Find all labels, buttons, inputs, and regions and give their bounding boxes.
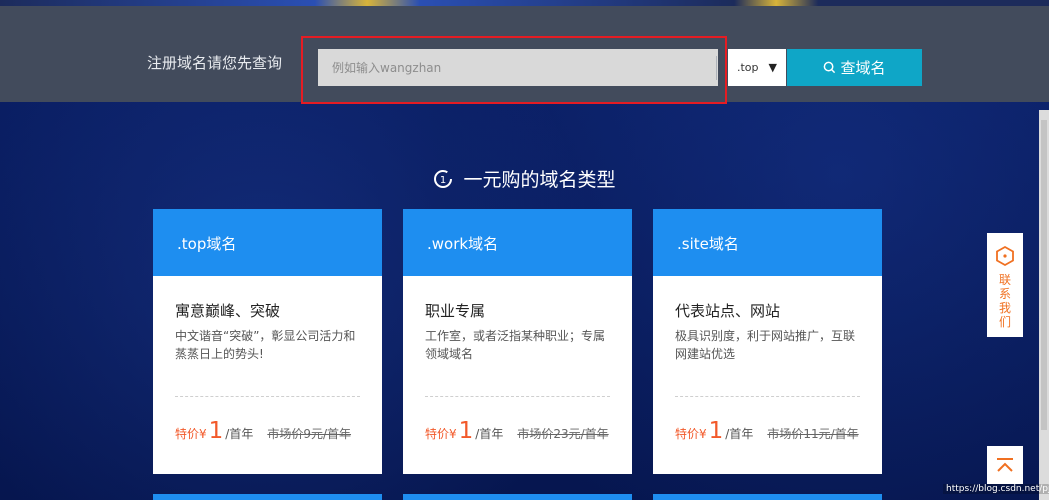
price-label: 特价¥ xyxy=(675,427,707,441)
back-to-top-button[interactable] xyxy=(987,446,1023,484)
card-description: 中文谐音“突破”，彰显公司活力和蒸蒸日上的势头! xyxy=(175,329,356,361)
section-title: 1 一元购的域名类型 xyxy=(0,165,1049,192)
card-header: .site域名 xyxy=(653,209,882,276)
svg-text:1: 1 xyxy=(440,175,446,186)
card-header: .work域名 xyxy=(403,209,632,276)
back-to-top-icon xyxy=(997,458,1013,472)
caret-down-icon: ▼ xyxy=(768,61,777,74)
domain-search-input[interactable] xyxy=(318,49,718,86)
market-price: 市场价23元/首年 xyxy=(517,427,609,441)
market-price: 市场价9元/首年 xyxy=(267,427,352,441)
card-divider xyxy=(425,396,610,397)
tld-select[interactable]: .top ▼ xyxy=(728,49,786,86)
next-card-peek xyxy=(153,494,382,500)
watermark: https://blog.csdn.net/pj_ xyxy=(943,484,1049,494)
card-price: 特价¥ 1 /首年 市场价11元/首年 xyxy=(675,418,859,444)
section-title-text: 一元购的域名类型 xyxy=(463,169,616,191)
price-unit: /首年 xyxy=(225,427,254,441)
price-label: 特价¥ xyxy=(425,427,457,441)
search-domain-button[interactable]: 查域名 xyxy=(787,49,922,86)
contact-us-tab[interactable]: 联系我们 xyxy=(987,233,1023,337)
contact-us-label: 联系我们 xyxy=(999,273,1012,329)
search-icon xyxy=(824,61,836,74)
card-divider xyxy=(675,396,860,397)
price-value: 1 xyxy=(208,418,224,444)
domain-card-site[interactable]: .site域名 代表站点、网站 极具识别度，利于网站推广，互联网建站优选 特价¥… xyxy=(653,209,882,474)
card-description: 极具识别度，利于网站推广，互联网建站优选 xyxy=(675,329,856,361)
search-domain-button-label: 查域名 xyxy=(840,59,886,77)
card-subtitle: 寓意巅峰、突破 xyxy=(175,302,281,320)
next-card-peek xyxy=(403,494,632,500)
price-value: 1 xyxy=(458,418,474,444)
price-unit: /首年 xyxy=(725,427,754,441)
domain-card-top[interactable]: .top域名 寓意巅峰、突破 中文谐音“突破”，彰显公司活力和蒸蒸日上的势头! … xyxy=(153,209,382,474)
clock-icon: 1 xyxy=(434,169,453,188)
card-description: 工作室，或者泛指某种职业；专属领域域名 xyxy=(425,329,606,361)
card-price: 特价¥ 1 /首年 市场价23元/首年 xyxy=(425,418,609,444)
card-divider xyxy=(175,396,360,397)
card-subtitle: 职业专属 xyxy=(425,302,486,320)
domain-card-work[interactable]: .work域名 职业专属 工作室，或者泛指某种职业；专属领域域名 特价¥ 1 /… xyxy=(403,209,632,474)
market-price: 市场价11元/首年 xyxy=(767,427,859,441)
price-value: 1 xyxy=(708,418,724,444)
tld-select-value: .top xyxy=(737,61,759,74)
hexagon-icon xyxy=(996,245,1014,267)
price-unit: /首年 xyxy=(475,427,504,441)
card-header: .top域名 xyxy=(153,209,382,276)
price-label: 特价¥ xyxy=(175,427,207,441)
card-subtitle: 代表站点、网站 xyxy=(675,302,781,320)
next-card-peek xyxy=(653,494,882,500)
search-label: 注册域名请您先查询 xyxy=(147,54,283,72)
card-price: 特价¥ 1 /首年 市场价9元/首年 xyxy=(175,418,352,444)
scrollbar-thumb[interactable] xyxy=(1041,120,1047,430)
input-divider xyxy=(716,56,717,80)
